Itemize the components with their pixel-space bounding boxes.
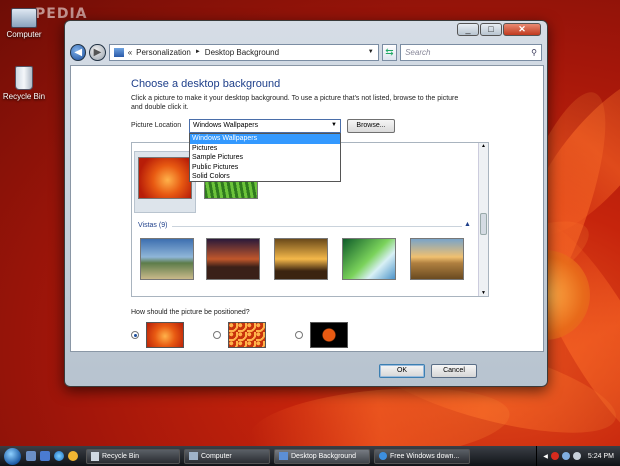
refresh-button[interactable]: ⇆: [381, 43, 398, 61]
wallpaper-thumbnail[interactable]: [138, 157, 192, 199]
browse-button[interactable]: Browse...: [347, 119, 395, 133]
close-button[interactable]: ✕: [503, 23, 541, 36]
switch-windows-icon[interactable]: [40, 451, 50, 461]
wallpaper-thumbnail[interactable]: [140, 238, 194, 280]
start-button[interactable]: [0, 446, 24, 466]
cancel-button[interactable]: Cancel: [431, 364, 477, 378]
desktop-icon-computer[interactable]: Computer: [0, 8, 54, 39]
desktop-icon-label: Computer: [6, 30, 42, 39]
wallpaper-thumbnail[interactable]: [206, 238, 260, 280]
back-arrow-icon: ◀: [74, 46, 83, 58]
taskbar-item-label: Free Windows down...: [390, 452, 460, 460]
taskbar-item-label: Desktop Background: [291, 452, 356, 460]
recycle-bin-icon: [91, 451, 99, 461]
computer-icon: [11, 8, 37, 28]
address-bar[interactable]: « Personalization ► Desktop Background ▼: [108, 43, 379, 61]
dropdown-option-solid-colors[interactable]: Solid Colors: [190, 172, 340, 182]
clock[interactable]: 5:24 PM: [588, 453, 614, 460]
search-input[interactable]: Search ⚲: [400, 43, 543, 61]
window-controls: _ □ ✕: [457, 23, 541, 36]
position-label: How should the picture be positioned?: [131, 309, 250, 316]
computer-icon: [189, 452, 198, 460]
page-description: Click a picture to make it your desktop …: [131, 95, 459, 111]
recycle-bin-icon: [15, 66, 33, 90]
taskbar-item-label: Computer: [201, 452, 232, 460]
collapse-arrow-icon[interactable]: ▲: [464, 221, 471, 228]
position-radio-tile[interactable]: [213, 331, 221, 339]
network-icon[interactable]: [561, 452, 570, 460]
position-center-preview[interactable]: [310, 322, 348, 348]
breadcrumb-personalization[interactable]: Personalization: [136, 48, 191, 57]
maximize-button[interactable]: □: [480, 23, 502, 36]
scroll-up-arrow[interactable]: ▲: [479, 143, 488, 149]
taskbar-item-computer[interactable]: Computer: [184, 448, 270, 464]
security-alert-icon[interactable]: [550, 452, 559, 460]
page-title: Choose a desktop background: [131, 78, 281, 90]
show-desktop-icon[interactable]: [26, 451, 36, 461]
picture-location-select[interactable]: Windows Wallpapers ▼: [189, 119, 341, 133]
position-fill-preview[interactable]: [146, 322, 184, 348]
scroll-down-arrow[interactable]: ▼: [479, 290, 488, 296]
chevron-down-icon[interactable]: ▼: [368, 49, 374, 55]
picture-location-label: Picture Location: [131, 122, 182, 129]
chevron-down-icon: ▼: [331, 122, 337, 128]
windows-orb-icon: [3, 447, 21, 465]
back-button[interactable]: ◀: [70, 43, 87, 61]
search-placeholder: Search: [405, 47, 431, 57]
internet-explorer-icon: [379, 452, 387, 460]
taskbar-item-desktop-background[interactable]: Desktop Background: [274, 448, 370, 464]
forward-button[interactable]: ▶: [89, 43, 106, 61]
search-icon: ⚲: [531, 47, 538, 57]
wallpaper-thumbnail[interactable]: [274, 238, 328, 280]
scrollbar-thumb[interactable]: [480, 213, 487, 235]
position-radio-fill[interactable]: [131, 331, 139, 339]
desktop-icon-label: Recycle Bin: [2, 92, 46, 101]
minimize-button[interactable]: _: [457, 23, 479, 36]
dropdown-option-pictures[interactable]: Pictures: [190, 144, 340, 154]
main-content: Choose a desktop background Click a pict…: [70, 65, 544, 352]
picture-location-value: Windows Wallpapers: [193, 122, 259, 129]
desktop-background-window: _ □ ✕ ◀ ▶ « Personalization ► Desktop Ba…: [64, 20, 548, 387]
volume-icon[interactable]: [572, 452, 581, 460]
refresh-icon: ⇆: [385, 46, 394, 58]
system-tray: ◀ 5:24 PM: [536, 446, 620, 466]
taskbar-item-browser[interactable]: Free Windows down...: [374, 448, 470, 464]
dropdown-option-sample-pictures[interactable]: Sample Pictures: [190, 153, 340, 163]
group-divider: [172, 226, 462, 227]
internet-explorer-icon[interactable]: [54, 451, 64, 461]
taskbar-item-label: Recycle Bin: [102, 452, 139, 460]
ok-button[interactable]: OK: [379, 364, 425, 378]
desktop-icon-recycle-bin[interactable]: Recycle Bin: [0, 66, 54, 101]
dropdown-option-windows-wallpapers[interactable]: Windows Wallpapers: [190, 134, 340, 144]
group-header-vistas[interactable]: Vistas (9): [138, 222, 167, 229]
dropdown-option-public-pictures[interactable]: Public Pictures: [190, 163, 340, 173]
control-panel-icon: [113, 47, 124, 57]
taskbar-item-recycle-bin[interactable]: Recycle Bin: [86, 448, 180, 464]
breadcrumb-overflow[interactable]: «: [128, 48, 132, 57]
gallery-scrollbar[interactable]: ▲ ▼: [478, 143, 488, 296]
breadcrumb-separator: ►: [194, 49, 201, 55]
wallpaper-thumbnail[interactable]: [342, 238, 396, 280]
navigation-bar: ◀ ▶ « Personalization ► Desktop Backgrou…: [70, 41, 543, 63]
position-tile-preview[interactable]: [228, 322, 266, 348]
position-radio-center[interactable]: [295, 331, 303, 339]
forward-arrow-icon: ▶: [93, 46, 102, 58]
tray-arrow-icon[interactable]: ◀: [543, 453, 548, 460]
messenger-icon[interactable]: [68, 451, 78, 461]
breadcrumb-desktop-background[interactable]: Desktop Background: [205, 48, 279, 57]
taskbar: Recycle Bin Computer Desktop Background …: [0, 446, 620, 466]
control-panel-icon: [279, 452, 288, 460]
wallpaper-thumbnail[interactable]: [410, 238, 464, 280]
picture-location-dropdown: Windows Wallpapers Pictures Sample Pictu…: [189, 133, 341, 182]
